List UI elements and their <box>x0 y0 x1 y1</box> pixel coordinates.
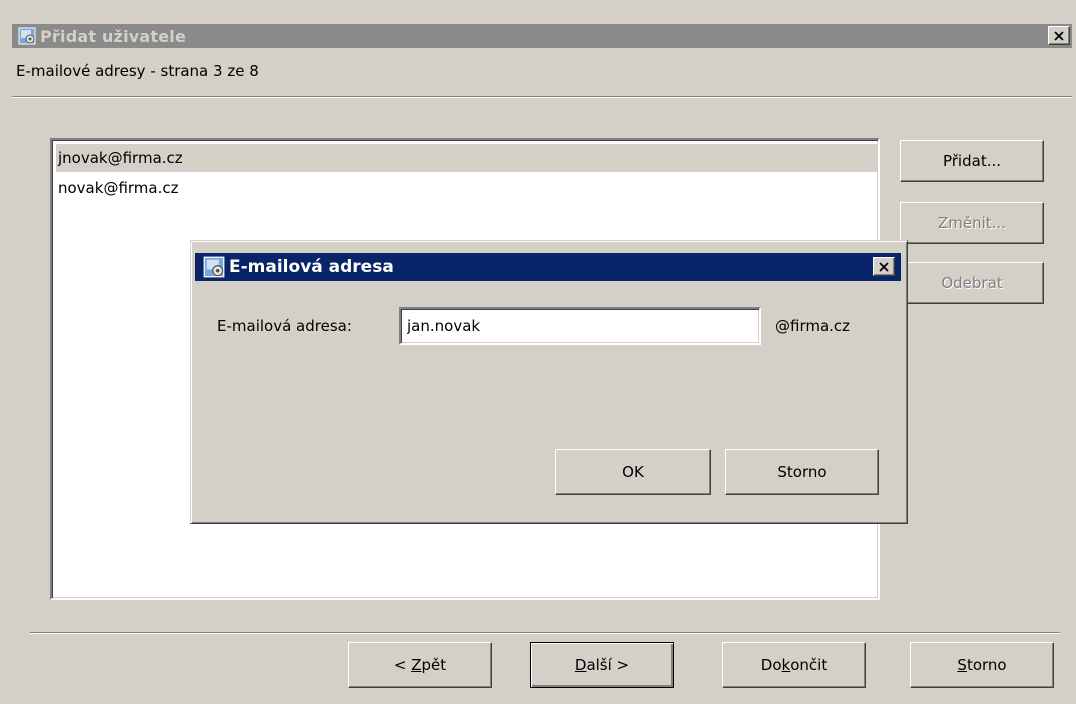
dialog-close-button[interactable] <box>873 257 895 276</box>
finish-button-pre: Do <box>760 656 782 674</box>
header-divider <box>12 96 1072 98</box>
window-close-button[interactable] <box>1048 26 1070 45</box>
close-icon <box>879 261 889 272</box>
add-email-button[interactable]: Přidat... <box>900 140 1044 182</box>
close-icon <box>1054 30 1064 41</box>
back-button-prefix: < <box>393 656 412 674</box>
next-button-accesskey: D <box>574 656 587 674</box>
ok-button[interactable]: OK <box>555 449 711 495</box>
footer-divider <box>30 632 1060 634</box>
email-field-label: E-mailová adresa: <box>217 317 352 335</box>
cancel-button-accesskey: S <box>957 656 967 674</box>
finish-button[interactable]: Do k ončit <box>722 642 866 688</box>
cancel-wizard-button[interactable]: Storno <box>910 642 1054 688</box>
window-title: Přidat uživatele <box>40 26 187 46</box>
window-titlebar[interactable]: Přidat uživatele <box>12 24 1072 48</box>
app-icon <box>203 256 225 278</box>
back-button-accesskey: Z <box>411 656 422 674</box>
dialog-title: E-mailová adresa <box>229 257 394 277</box>
app-icon <box>18 27 36 45</box>
back-button[interactable]: < Zpět <box>348 642 492 688</box>
finish-button-label: ončit <box>790 656 828 674</box>
dialog-cancel-button[interactable]: Storno <box>725 449 879 495</box>
email-field[interactable] <box>399 307 761 345</box>
dialog-titlebar[interactable]: E-mailová adresa <box>195 253 901 281</box>
email-domain-suffix: @firma.cz <box>775 317 851 335</box>
remove-email-button[interactable]: Odebrat <box>900 262 1044 304</box>
page-subtitle: E-mailové adresy - strana 3 ze 8 <box>16 62 259 80</box>
email-address-dialog: E-mailová adresa E-mailová adresa: @firm… <box>190 240 908 524</box>
finish-button-accesskey: k <box>781 656 791 674</box>
cancel-button-label: torno <box>966 656 1007 674</box>
list-item[interactable]: novak@firma.cz <box>56 174 878 202</box>
change-email-button[interactable]: Změnit... <box>900 202 1044 244</box>
next-button-label: alší > <box>586 656 630 674</box>
back-button-label: pět <box>421 656 447 674</box>
next-button[interactable]: Další > <box>530 642 674 688</box>
add-user-wizard-window: Přidat uživatele E-mailové adresy - stra… <box>0 0 1076 704</box>
list-item[interactable]: jnovak@firma.cz <box>56 144 878 172</box>
